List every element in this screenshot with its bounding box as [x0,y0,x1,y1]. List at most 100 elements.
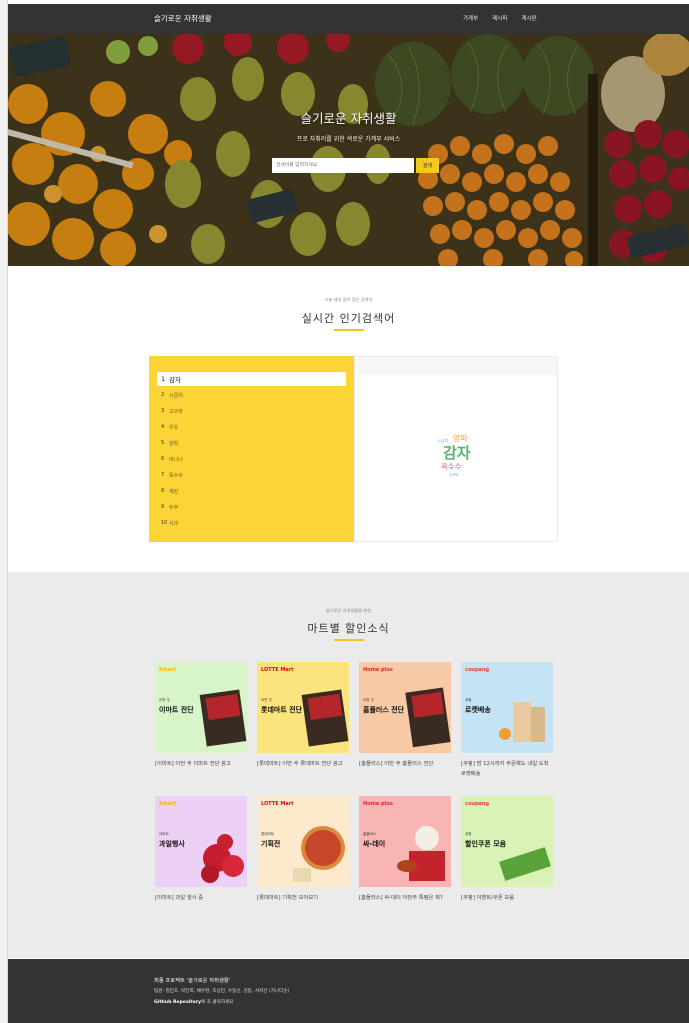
nav-links: 가계부 레시피 게시판 [463,14,537,22]
hero-overlay [8,34,689,266]
deal-card-thumbnail[interactable]: LOTTE Mart 이번 주롯데마트 전단 [257,662,349,753]
deal-tag: 롯데마트 [261,832,275,836]
rank-item-8[interactable]: 8 계란 [157,484,346,498]
deal-headline: 롯데마트 전단 [261,706,303,714]
nav-link-recipe[interactable]: 레시피 [492,14,507,22]
deal-caption[interactable]: [롯데마트] 이번 주 롯데마트 전단 광고 [257,759,349,769]
deal-caption[interactable]: [홈플러스] 싸-데이 이번주 특템은 뭐? [359,893,451,903]
trending-subheading: 오늘 제일 많이 찾은 검색어 [324,297,373,302]
rank-number: 10 [161,520,168,526]
rank-label: 바나나 [169,456,183,463]
deal-tag: 홈플러스 [363,832,377,836]
deal-card-thumbnail[interactable]: Home plus 홈플러스싸-데이 [359,796,451,887]
deal-caption[interactable]: [이마트] 과일 행사 중 [155,893,247,903]
rank-label: 옥수수 [169,472,183,479]
deal-brand-logo: LOTTE Mart [261,801,294,807]
deal-card-thumbnail[interactable]: coupang 쿠팡 할인쿠폰 모음 [461,796,553,887]
deal-card[interactable]: coupang 쿠팡로켓배송 [쿠팡] 밤 12시까지 주문해도 내일 도착 로켓배… [461,662,553,779]
deal-card[interactable]: Emart 이번 주이마트 전단 [이마트] 이번 주 이마트 전단 광고 [155,662,247,769]
rank-item-6[interactable]: 6 바나나 [157,452,346,466]
trending-title-rule [334,329,364,331]
deal-brand-logo: coupang [465,667,490,673]
rank-label: 감자 [169,376,181,384]
deal-tag: 이마트 [159,832,169,836]
rank-item-1[interactable]: 1 감자 [157,372,346,386]
footer-repo-text: 에 꼭 클릭하세요 [201,1000,234,1005]
deal-brand-logo: Emart [159,667,176,673]
footer-team-members: 팀원: 정민호, 박진희, 채수현, 조상민, 우동선, 김동, 서지선 (가나… [154,989,290,994]
rank-item-7[interactable]: 7 옥수수 [157,468,346,482]
deal-card[interactable]: LOTTE Mart 이번 주롯데마트 전단 [롯데마트] 이번 주 롯데마트 전단… [257,662,349,769]
rank-number: 9 [161,504,165,510]
deal-card-thumbnail[interactable]: Emart 이마트과일행사 [155,796,247,887]
deal-tag: 이번 주 [363,698,375,702]
nav-link-budget[interactable]: 가계부 [463,14,478,22]
deal-caption[interactable]: [롯데마트] 기획전 모아보기 [257,893,349,903]
rank-item-5[interactable]: 5 양파 [157,436,346,450]
github-repo-link[interactable]: Github Repository [154,1000,201,1005]
deal-caption[interactable]: [이마트] 이번 주 이마트 전단 광고 [155,759,247,769]
deal-card[interactable]: Home plus 이번 주 홈플러스 전단 [홈플러스] 이번 주 홈플러스 전단 [359,662,451,769]
rank-number: 1 [161,375,166,383]
deal-card[interactable]: Home plus 홈플러스싸-데이 [홈플러스] 싸-데이 이번주 특템은 뭐? [359,796,451,903]
deal-tag: 쿠팡 [465,698,472,702]
rank-item-2[interactable]: 2 시금치 [157,388,346,402]
deals-title-rule [334,639,364,641]
rank-number: 3 [161,408,165,414]
deal-headline: 로켓배송 [465,706,491,714]
rank-label: 두부 [169,504,179,511]
trending-title: 실시간 인기검색어 [301,312,396,325]
word-cloud-header [355,357,557,375]
nav-link-board[interactable]: 게시판 [521,14,536,22]
deal-caption[interactable]: [쿠팡] 밤 12시까지 주문해도 내일 도착 로켓배송 [461,759,553,779]
deal-tag: 쿠팡 [465,832,472,836]
deal-card-thumbnail[interactable]: Emart 이번 주이마트 전단 [155,662,247,753]
rank-item-3[interactable]: 3 고구마 [157,404,346,418]
rank-number: 6 [161,456,165,462]
deal-card[interactable]: coupang 쿠팡 할인쿠폰 모음 [쿠팡] 이벤트/쿠폰 모음 [461,796,553,903]
deals-title: 마트별 할인소식 [307,622,390,635]
deal-headline: 과일행사 [159,840,185,848]
deal-caption[interactable]: [홈플러스] 이번 주 홈플러스 전단 [359,759,451,769]
deal-card[interactable]: Emart 이마트과일행사 [이마트] 과일 행사 중 [155,796,247,903]
deal-brand-logo: Emart [159,801,176,807]
deal-tag: 이번 주 [159,698,171,702]
search-input[interactable] [272,158,414,173]
rank-number: 2 [161,392,165,398]
rank-label: 우유 [169,424,179,431]
deal-headline: 기획전 [261,840,281,848]
deal-brand-logo: Home plus [363,801,393,807]
rank-item-4[interactable]: 4 우유 [157,420,346,434]
rank-number: 7 [161,472,165,478]
deal-card[interactable]: LOTTE Mart 롯데마트기획전 [롯데마트] 기획전 모아보기 [257,796,349,903]
deal-brand-logo: LOTTE Mart [261,667,294,673]
page-left-edge [0,0,8,1023]
rank-number: 4 [161,424,165,430]
deal-card-thumbnail[interactable]: LOTTE Mart 롯데마트기획전 [257,796,349,887]
deal-headline: 싸-데이 [363,840,386,848]
hero-banner: 슬기로운 자취생활 프로 자취러를 위한 색로운 가계부 서비스 검색 [8,34,689,266]
rank-label: 사과 [169,520,179,527]
deal-headline: 할인쿠폰 모음 [465,840,507,848]
deal-headline: 이마트 전단 [159,706,194,714]
footer-repo-line: Github Repository에 꼭 클릭하세요 [154,999,234,1005]
deal-tag: 이번 주 [261,698,273,702]
deal-caption[interactable]: [쿠팡] 이벤트/쿠폰 모음 [461,893,553,903]
cloud-word-mid2: 옥수수 [441,462,462,471]
word-cloud: 시금치 양파 감자 옥수수 고구마 [425,427,505,487]
top-navbar: 슬기로운 자취생활 가계부 레시피 게시판 [8,4,689,34]
deal-brand-logo: Home plus [363,667,393,673]
deals-subheading: 슬기로운 자취생활을 위한 [325,608,372,613]
search-button[interactable]: 검색 [416,158,439,173]
rank-number: 5 [161,440,165,446]
word-cloud-panel: 시금치 양파 감자 옥수수 고구마 [354,356,558,542]
rank-item-10[interactable]: 10 사과 [157,516,346,530]
deal-card-thumbnail[interactable]: coupang 쿠팡로켓배송 [461,662,553,753]
rank-label: 시금치 [169,392,183,399]
deal-card-thumbnail[interactable]: Home plus 이번 주 홈플러스 전단 [359,662,451,753]
brand-logo[interactable]: 슬기로운 자취생활 [154,13,212,24]
hero-search: 검색 [272,158,439,173]
rank-item-9[interactable]: 9 두부 [157,500,346,514]
mart-deals-section: 슬기로운 자취생활을 위한 마트별 할인소식 Emart 이번 주이마트 전단 [이… [8,572,689,958]
footer: 최종 프로젝트 '슬기로운 자취생활' 팀원: 정민호, 박진희, 채수현, 조… [8,959,689,1023]
